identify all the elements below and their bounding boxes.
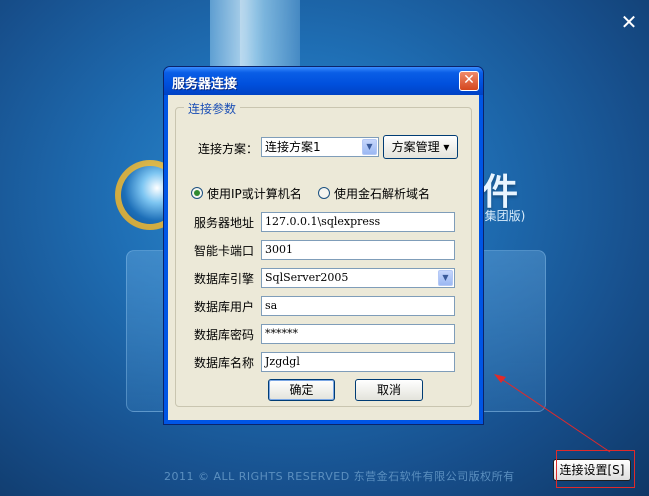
copyright-text: 2011 © ALL RIGHTS RESERVED 东营金石软件有限公司版权所… bbox=[164, 470, 515, 483]
dialog-client-area: 连接参数 连接方案： 连接方案1 ▼ 方案管理 ▾ 使用IP或计算机名 使用金石… bbox=[168, 95, 479, 420]
server-address-label: 服务器地址 bbox=[194, 216, 255, 230]
background-tower-image bbox=[210, 0, 300, 75]
dialog-titlebar[interactable]: 服务器连接 ✕ bbox=[164, 67, 483, 95]
db-password-label: 数据库密码 bbox=[194, 328, 255, 342]
db-engine-label: 数据库引擎 bbox=[194, 272, 255, 286]
db-engine-select[interactable]: SqlServer2005 ▼ bbox=[261, 268, 455, 288]
dialog-title: 服务器连接 bbox=[172, 77, 238, 92]
dialog-close-button[interactable]: ✕ bbox=[459, 71, 479, 91]
card-port-input[interactable]: 3001 bbox=[261, 240, 455, 260]
card-port-label: 智能卡端口 bbox=[194, 244, 255, 258]
db-password-input[interactable]: ****** bbox=[261, 324, 455, 344]
db-name-label: 数据库名称 bbox=[194, 356, 255, 370]
scheme-select[interactable]: 连接方案1 ▼ bbox=[261, 137, 379, 157]
scheme-manage-button[interactable]: 方案管理 ▾ bbox=[383, 135, 458, 159]
db-user-input[interactable]: sa bbox=[261, 296, 455, 316]
radio-ip[interactable] bbox=[191, 187, 203, 199]
radio-domain-label[interactable]: 使用金石解析域名 bbox=[334, 185, 430, 202]
server-connection-dialog: 服务器连接 ✕ 连接参数 连接方案： 连接方案1 ▼ 方案管理 ▾ 使用IP或计… bbox=[163, 66, 484, 425]
chevron-down-icon[interactable]: ▼ bbox=[362, 139, 377, 155]
ok-button[interactable]: 确定 bbox=[268, 379, 335, 401]
radio-domain[interactable] bbox=[318, 187, 330, 199]
connection-settings-button[interactable]: 连接设置[S] bbox=[553, 459, 631, 481]
db-name-input[interactable]: Jzgdgl bbox=[261, 352, 455, 372]
db-engine-value: SqlServer2005 bbox=[265, 271, 349, 284]
group-title: 连接参数 bbox=[184, 100, 241, 117]
cancel-button[interactable]: 取消 bbox=[355, 379, 423, 401]
scheme-select-value: 连接方案1 bbox=[265, 140, 321, 154]
chevron-down-icon[interactable]: ▼ bbox=[438, 270, 453, 286]
edition-label: (集团版) bbox=[480, 209, 526, 223]
window-close-icon[interactable]: ✕ bbox=[619, 12, 639, 32]
scheme-label: 连接方案： bbox=[198, 142, 259, 156]
connection-params-group: 连接参数 连接方案： 连接方案1 ▼ 方案管理 ▾ 使用IP或计算机名 使用金石… bbox=[175, 100, 472, 407]
server-address-input[interactable]: 127.0.0.1\sqlexpress bbox=[261, 212, 455, 232]
radio-ip-label[interactable]: 使用IP或计算机名 bbox=[207, 185, 302, 202]
db-user-label: 数据库用户 bbox=[194, 300, 255, 314]
